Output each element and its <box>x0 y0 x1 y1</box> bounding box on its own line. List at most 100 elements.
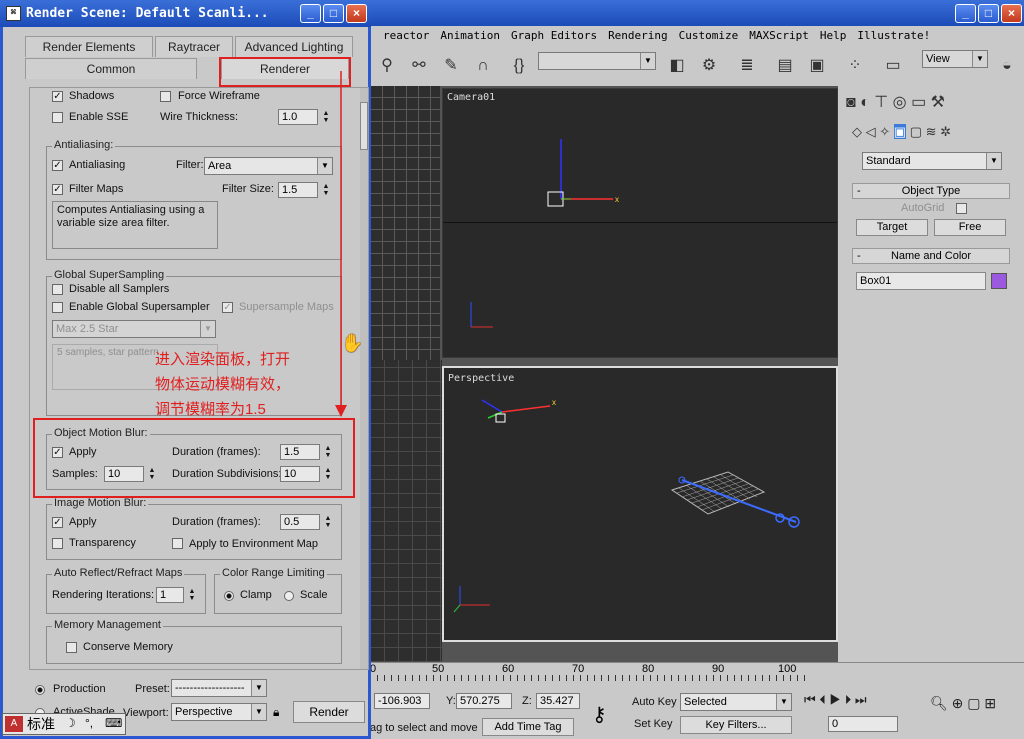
name-and-color-rollout[interactable]: - Name and Color <box>852 248 1010 264</box>
current-frame-input[interactable]: 0 <box>828 716 898 732</box>
space-warps-icon[interactable]: ≋ <box>926 124 937 139</box>
autogrid-checkbox[interactable] <box>956 203 967 214</box>
object-name-input[interactable]: Box01 <box>856 272 986 290</box>
modify-tab-icon[interactable]: ◐ <box>860 94 870 111</box>
add-time-tag-button[interactable]: Add Time Tag <box>482 718 574 736</box>
utilities-tab-icon[interactable]: ⚒ <box>931 94 945 111</box>
create-tab-icon[interactable]: ◙ <box>846 94 856 111</box>
next-frame-icon[interactable]: ⏵ <box>845 692 852 707</box>
wire-thickness-input[interactable]: 1.0 <box>278 109 318 125</box>
keyboard-icon[interactable]: ⌨ <box>105 716 122 730</box>
wire-thickness-spinner[interactable]: ▲ ▼ <box>322 110 330 124</box>
go-to-end-icon[interactable]: ⏭ <box>855 692 867 707</box>
maximize-button[interactable]: □ <box>978 4 999 23</box>
perspective-viewport[interactable]: Perspective x <box>442 366 838 642</box>
mirror-icon[interactable]: ◧ <box>664 53 690 79</box>
set-key-button[interactable]: Set Key <box>634 718 673 730</box>
render-setup-icon[interactable]: ▭ <box>880 53 906 79</box>
align-icon[interactable]: ⚙ <box>696 53 722 79</box>
object-category-dropdown[interactable]: Standard ▼ <box>862 152 1002 170</box>
tab-common[interactable]: Common <box>25 58 197 79</box>
view-dropdown[interactable]: View ▼ <box>922 50 988 68</box>
x-coordinate-input[interactable]: -106.903 <box>374 693 430 709</box>
target-camera-button[interactable]: Target <box>856 219 928 236</box>
z-coordinate-input[interactable]: 35.427 <box>536 693 580 709</box>
key-filters-button[interactable]: Key Filters... <box>680 716 792 734</box>
viewport-navigation-controls[interactable]: 🔍︎ ⊕ ▢ ⊞ <box>930 692 996 714</box>
magnet-icon[interactable]: ∩ <box>470 53 496 79</box>
menu-reactor[interactable]: reactor <box>383 26 429 46</box>
free-camera-button[interactable]: Free <box>934 219 1006 236</box>
play-icon[interactable]: ▶ <box>829 692 841 707</box>
display-tab-icon[interactable]: ▭ <box>911 94 926 111</box>
enable-sse-checkbox[interactable] <box>52 112 63 123</box>
box01-mesh[interactable] <box>668 468 808 538</box>
key-icon[interactable]: ⚷ <box>592 702 607 727</box>
dialog-minimize-button[interactable]: _ <box>300 4 321 23</box>
auto-key-button[interactable]: Auto Key <box>632 696 677 708</box>
layer-manager-icon[interactable]: ≣ <box>734 53 760 79</box>
menu-customize[interactable]: Customize <box>679 26 739 46</box>
material-editor-icon[interactable]: ⁘ <box>842 53 868 79</box>
ime-logo-icon[interactable]: A <box>5 716 23 732</box>
shapes-icon[interactable]: ◁ <box>866 124 876 139</box>
viewport-dropdown[interactable]: Perspective ▼ <box>171 703 267 721</box>
filter-size-spinner[interactable]: ▲ ▼ <box>322 183 330 197</box>
zoom-all-icon[interactable]: ⊕ <box>952 695 964 711</box>
menu-maxscript[interactable]: MAXScript <box>749 26 809 46</box>
playback-controls[interactable]: ⏮ ⏴ ▶ ⏵ ⏭ <box>804 692 867 708</box>
y-coordinate-input[interactable]: 570.275 <box>456 693 512 709</box>
supersample-maps-checkbox[interactable]: ✓ <box>222 302 233 313</box>
scale-radio[interactable] <box>284 591 294 601</box>
motion-tab-icon[interactable]: ◎ <box>893 94 907 111</box>
disable-all-samplers-checkbox[interactable] <box>52 284 63 295</box>
previous-frame-icon[interactable]: ⏴ <box>819 692 826 707</box>
menu-animation[interactable]: Animation <box>440 26 500 46</box>
lock-icon[interactable]: 🔒︎ <box>273 705 279 720</box>
image-duration-spinner[interactable]: ▲ ▼ <box>324 515 332 529</box>
unlink-icon[interactable]: ⚯ <box>406 53 432 79</box>
zoom-icon[interactable]: 🔍︎ <box>930 695 948 711</box>
preset-dropdown[interactable]: ------------------- ▼ <box>171 679 267 697</box>
track-bar[interactable]: 0 50 60 70 80 90 100 <box>370 662 1024 688</box>
systems-icon[interactable]: ✲ <box>940 124 951 139</box>
zoom-extents-icon[interactable]: ▢ <box>967 695 980 711</box>
antialiasing-checkbox[interactable]: ✓ <box>52 160 63 171</box>
cameras-icon[interactable]: ▣ <box>893 124 907 139</box>
render-button[interactable]: Render <box>293 701 365 723</box>
selection-set-dropdown[interactable]: Selected ▼ <box>680 693 792 711</box>
scrollbar[interactable] <box>360 88 368 669</box>
dialog-close-button[interactable]: × <box>346 4 367 23</box>
schematic-icon[interactable]: ▣ <box>804 53 830 79</box>
image-motion-blur-apply-checkbox[interactable]: ✓ <box>52 517 63 528</box>
filter-size-input[interactable]: 1.5 <box>278 182 318 198</box>
object-color-swatch[interactable] <box>991 273 1007 289</box>
helpers-icon[interactable]: ▢ <box>910 124 922 139</box>
scrollbar-thumb[interactable] <box>360 102 368 150</box>
camera-viewport[interactable]: Camera01 x <box>442 88 838 358</box>
production-radio[interactable] <box>35 685 45 695</box>
ime-mode-label[interactable]: 标准 <box>27 716 55 732</box>
curve-editor-icon[interactable]: ▤ <box>772 53 798 79</box>
geometry-icon[interactable]: ◇ <box>852 124 862 139</box>
go-to-start-icon[interactable]: ⏮ <box>804 692 816 707</box>
force-wireframe-checkbox[interactable] <box>160 91 171 102</box>
left-viewport-grid[interactable] <box>370 360 442 662</box>
create-subcategory-icons[interactable]: ◇ ◁ ✧ ▣ ▢ ≋ ✲ <box>852 124 951 140</box>
object-type-rollout[interactable]: - Object Type <box>852 183 1010 199</box>
punctuation-icon[interactable]: °, <box>85 716 93 730</box>
tab-advanced-lighting[interactable]: Advanced Lighting <box>235 36 353 57</box>
image-duration-input[interactable]: 0.5 <box>280 514 320 530</box>
menu-rendering[interactable]: Rendering <box>608 26 668 46</box>
curly-braces-icon[interactable]: {} <box>506 53 532 79</box>
hierarchy-tab-icon[interactable]: ⊤ <box>874 94 888 111</box>
lights-icon[interactable]: ✧ <box>879 124 890 139</box>
moon-icon[interactable]: ☽ <box>65 716 76 730</box>
minimize-button[interactable]: _ <box>955 4 976 23</box>
transparency-checkbox[interactable] <box>52 538 63 549</box>
menu-illustrate[interactable]: Illustrate! <box>857 26 930 46</box>
apply-to-environment-checkbox[interactable] <box>172 538 183 549</box>
tab-render-elements[interactable]: Render Elements <box>25 36 153 57</box>
shadows-checkbox[interactable]: ✓ <box>52 91 63 102</box>
quick-render-icon[interactable]: ◒ <box>994 53 1020 79</box>
